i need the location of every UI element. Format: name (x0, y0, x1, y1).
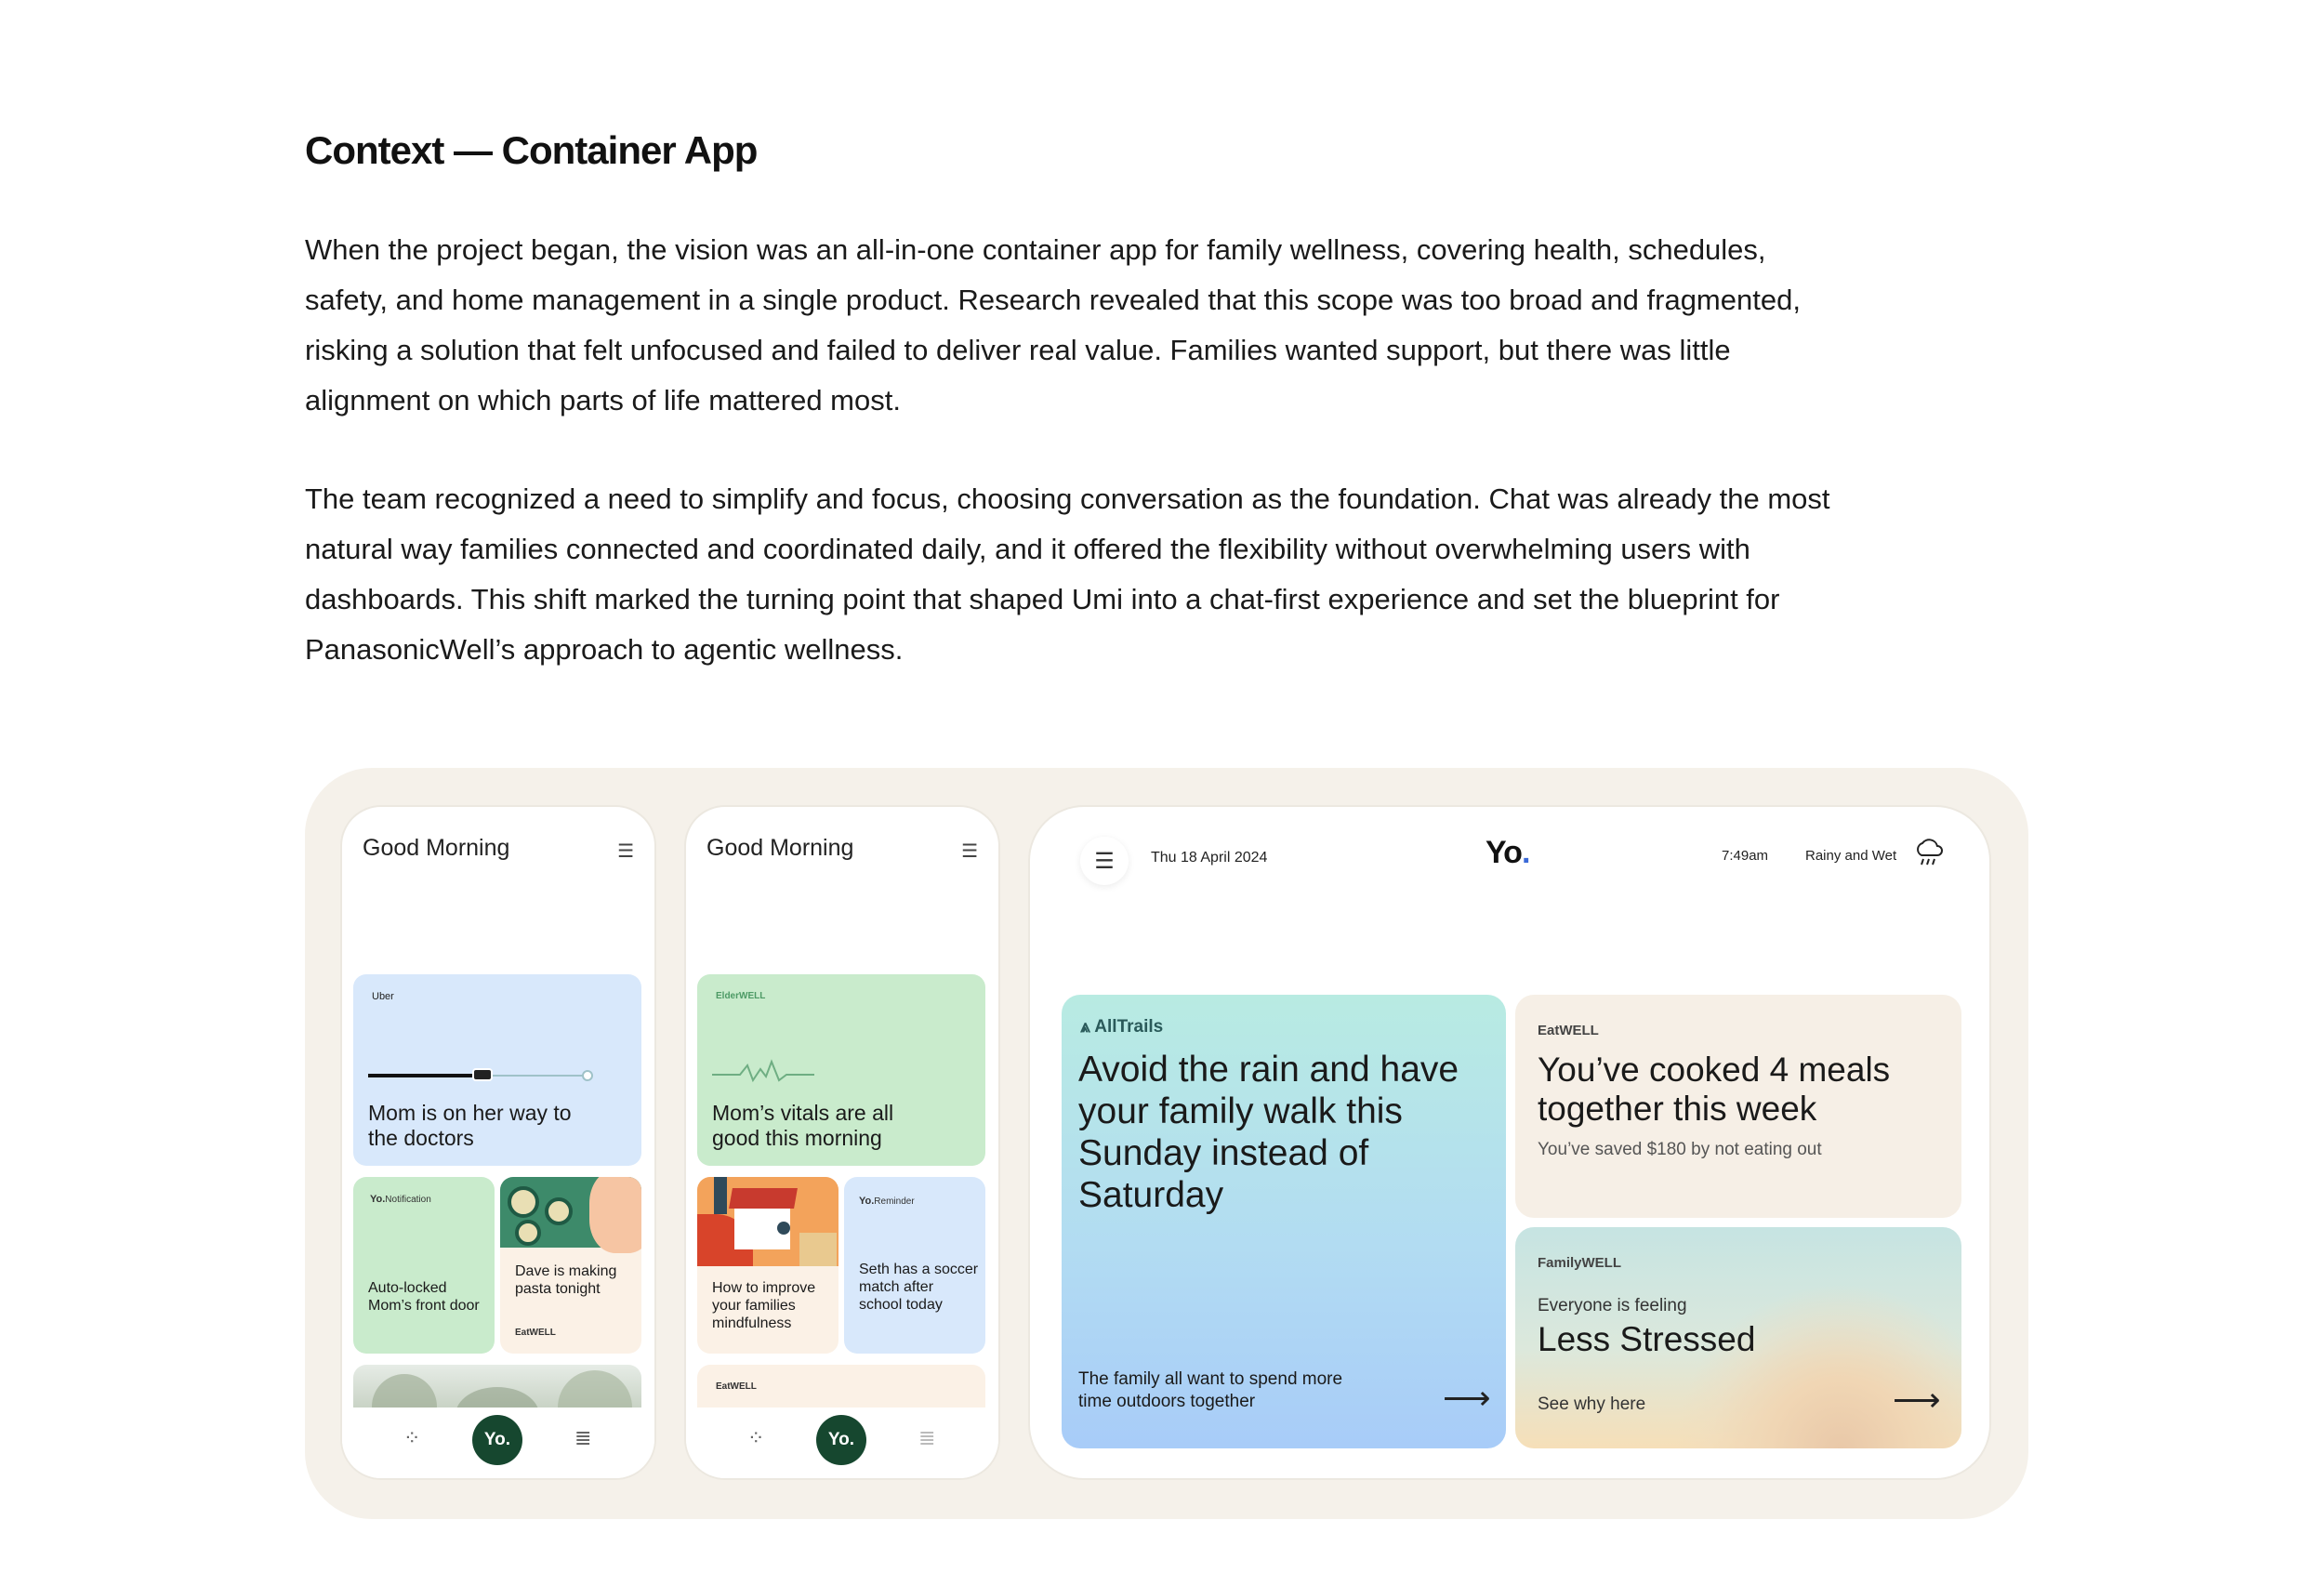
phone-mockup-2: Good Morning ☰ ElderWELL Mom’s vitals ar… (684, 805, 1000, 1480)
elderwell-card[interactable]: ElderWELL Mom’s vitals are all good this… (697, 974, 985, 1166)
weather-label: Rainy and Wet (1805, 848, 1897, 864)
page-heading: Context — Container App (305, 128, 758, 172)
yo-logo: Yo. (1486, 835, 1530, 870)
alltrails-logo-icon: ⩓ (1080, 1017, 1090, 1037)
pasta-card[interactable]: Dave is making pasta tonight EatWELL (500, 1177, 641, 1354)
destination-dot (582, 1070, 593, 1081)
notification-text: Auto-locked Mom’s front door (368, 1280, 480, 1314)
familywell-link[interactable]: See why here (1538, 1394, 1645, 1415)
route-progress-fill (368, 1074, 480, 1077)
hamburger-icon[interactable]: ☰ (961, 842, 978, 861)
elderwell-text: Mom’s vitals are all good this morning (712, 1101, 894, 1150)
car-icon (472, 1068, 493, 1081)
grid-icon[interactable]: ⁘ (747, 1428, 764, 1448)
elderwell-brand: ElderWELL (716, 991, 766, 1001)
reminder-card[interactable]: Yo.Reminder Seth has a soccer match afte… (844, 1177, 985, 1354)
eatwell-headline: You’ve cooked 4 meals together this week (1538, 1051, 1891, 1128)
reminder-text: Seth has a soccer match after school tod… (859, 1262, 979, 1313)
greeting-title: Good Morning (363, 835, 510, 861)
notification-brand: Yo.Notification (370, 1194, 431, 1205)
uber-brand: Uber (372, 991, 394, 1002)
time-label: 7:49am (1722, 848, 1769, 864)
familywell-kicker: Everyone is feeling (1538, 1296, 1687, 1315)
yo-chat-button[interactable]: Yo. (472, 1415, 522, 1465)
paragraph-2: The team recognized a need to simplify a… (305, 482, 1830, 666)
pasta-text: Dave is making pasta tonight (515, 1263, 617, 1297)
eatwell-summary-card[interactable]: EatWELL You’ve cooked 4 meals together t… (1515, 995, 1961, 1218)
eatwell-brand: EatWELL (515, 1328, 556, 1338)
arrow-right-icon[interactable]: ⟶ (1443, 1381, 1491, 1415)
familywell-brand: FamilyWELL (1538, 1255, 1622, 1271)
yo-chat-button[interactable]: Yo. (816, 1415, 866, 1465)
bottom-nav: ⁘ Yo. ≣ (686, 1408, 998, 1478)
phone-mockup-1: Good Morning ☰ Uber Mom is on her way to… (340, 805, 656, 1480)
sunset-illustration (1673, 1283, 1961, 1448)
rain-cloud-icon (1917, 839, 1943, 866)
greeting-title: Good Morning (706, 835, 854, 861)
pasta-illustration (500, 1177, 641, 1253)
tablet-mockup: ☰ Thu 18 April 2024 Yo. 7:49am Rainy and… (1028, 805, 1991, 1480)
paragraph-1: When the project began, the vision was a… (305, 233, 1801, 416)
date-label: Thu 18 April 2024 (1151, 850, 1268, 866)
eatwell-brand: EatWELL (1538, 1023, 1599, 1038)
heartbeat-icon (712, 1059, 814, 1083)
alltrails-headline: Avoid the rain and have your family walk… (1078, 1050, 1459, 1215)
list-icon[interactable]: ≣ (574, 1428, 591, 1448)
alltrails-brand: ⩓ AllTrails (1080, 1017, 1164, 1037)
uber-card[interactable]: Uber Mom is on her way to the doctors (353, 974, 641, 1166)
arrow-right-icon[interactable]: ⟶ (1893, 1383, 1941, 1417)
list-icon[interactable]: ≣ (918, 1428, 935, 1448)
eatwell-brand: EatWELL (716, 1381, 757, 1392)
bottom-nav: ⁘ Yo. ≣ (342, 1408, 654, 1478)
familywell-card[interactable]: FamilyWELL Everyone is feeling Less Stre… (1515, 1227, 1961, 1448)
alltrails-subtext: The family all want to spend more time o… (1078, 1369, 1343, 1411)
hamburger-icon[interactable]: ☰ (1080, 837, 1129, 885)
notification-card[interactable]: Yo.Notification Auto-locked Mom’s front … (353, 1177, 495, 1354)
grid-icon[interactable]: ⁘ (403, 1428, 420, 1448)
mindfulness-text: How to improve your families mindfulness (712, 1280, 816, 1331)
uber-card-text: Mom is on her way to the doctors (368, 1101, 572, 1150)
eatwell-subtext: You’ve saved $180 by not eating out (1538, 1140, 1822, 1159)
hamburger-icon[interactable]: ☰ (617, 842, 634, 861)
mindfulness-card[interactable]: How to improve your families mindfulness (697, 1177, 838, 1354)
house-illustration (697, 1177, 838, 1266)
alltrails-card[interactable]: ⩓ AllTrails Avoid the rain and have your… (1062, 995, 1506, 1448)
familywell-headline: Less Stressed (1538, 1320, 1756, 1358)
reminder-brand: Yo.Reminder (859, 1196, 915, 1207)
